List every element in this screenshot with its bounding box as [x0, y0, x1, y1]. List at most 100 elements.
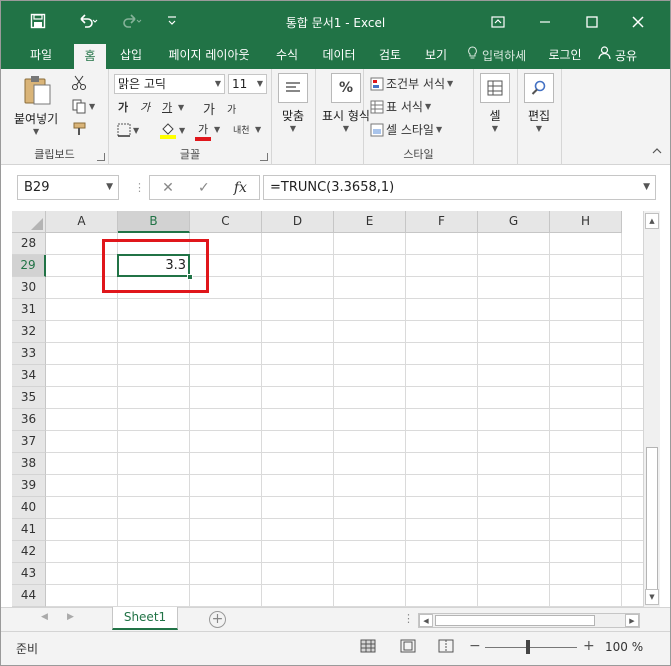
column-header-d[interactable]: D: [262, 211, 334, 233]
column-header-a[interactable]: A: [46, 211, 118, 233]
bold-button[interactable]: 가: [118, 99, 128, 115]
tab-insert[interactable]: 삽입: [111, 43, 151, 69]
column-header-g[interactable]: G: [478, 211, 550, 233]
name-box[interactable]: B29 ▼: [17, 175, 119, 200]
row-header-42[interactable]: 42: [12, 541, 46, 563]
close-icon[interactable]: [622, 9, 654, 35]
row-header-33[interactable]: 33: [12, 343, 46, 365]
zoom-in-icon[interactable]: +: [583, 638, 595, 654]
paste-button[interactable]: 붙여넣기 ▼: [14, 73, 58, 136]
cancel-icon[interactable]: ✕: [162, 180, 174, 196]
enter-icon[interactable]: ✓: [198, 180, 210, 196]
column-header-e[interactable]: E: [334, 211, 406, 233]
row-header-31[interactable]: 31: [12, 299, 46, 321]
editing-button[interactable]: 편집 ▼: [524, 73, 554, 133]
insert-function-icon[interactable]: fx: [234, 180, 247, 196]
select-all-corner[interactable]: [12, 211, 46, 233]
column-header-b[interactable]: B: [118, 211, 190, 233]
vertical-scrollbar[interactable]: ▲ ▼: [643, 211, 660, 607]
zoom-out-icon[interactable]: −: [469, 638, 481, 654]
collapse-ribbon-icon[interactable]: [652, 144, 662, 158]
chevron-down-icon[interactable]: ▼: [106, 176, 113, 199]
cells-button[interactable]: 셀 ▼: [480, 73, 510, 133]
tab-split-grip-icon[interactable]: ⋮: [403, 612, 414, 625]
customize-qat-icon[interactable]: [161, 9, 183, 33]
row-header-39[interactable]: 39: [12, 475, 46, 497]
column-header-h[interactable]: H: [550, 211, 622, 233]
horizontal-scrollbar[interactable]: ◀ ▶: [418, 613, 640, 628]
tab-home[interactable]: 홈: [74, 43, 106, 70]
phonetic-button[interactable]: 내천: [233, 123, 250, 136]
paste-dropdown-icon[interactable]: ▼: [33, 127, 39, 136]
row-header-29[interactable]: 29: [12, 255, 46, 277]
grow-font-button[interactable]: 가: [203, 99, 215, 118]
zoom-slider[interactable]: [485, 647, 577, 648]
new-sheet-button[interactable]: +: [209, 611, 226, 628]
font-color-dropdown-icon[interactable]: ▼: [214, 125, 220, 134]
phonetic-dropdown-icon[interactable]: ▼: [255, 125, 261, 134]
conditional-formatting-button[interactable]: 조건부 서식 ▼: [370, 75, 453, 92]
cut-icon[interactable]: [71, 75, 87, 91]
formula-input[interactable]: =TRUNC(3.3658,1) ▼: [263, 175, 656, 200]
tab-data[interactable]: 데이터: [313, 43, 365, 69]
undo-icon[interactable]: [71, 9, 105, 33]
tab-view[interactable]: 보기: [416, 43, 456, 69]
font-name-combo[interactable]: 맑은 고딕 ▼: [114, 74, 225, 94]
underline-button[interactable]: 가: [162, 99, 172, 115]
tab-formulas[interactable]: 수식: [267, 43, 307, 69]
sheet-next-icon[interactable]: ▶: [67, 612, 74, 622]
tab-file[interactable]: 파일: [18, 43, 64, 69]
row-header-40[interactable]: 40: [12, 497, 46, 519]
font-color-button[interactable]: 가: [195, 121, 211, 141]
redo-icon[interactable]: [115, 9, 149, 33]
number-format-button[interactable]: % 표시 형식 ▼: [322, 73, 370, 133]
format-as-table-button[interactable]: 표 서식 ▼: [370, 98, 431, 115]
sheet-prev-icon[interactable]: ◀: [41, 612, 48, 622]
shrink-font-button[interactable]: 가: [227, 101, 236, 116]
vertical-scroll-thumb[interactable]: [646, 447, 658, 599]
zoom-level[interactable]: 100 %: [605, 640, 643, 654]
row-header-38[interactable]: 38: [12, 453, 46, 475]
row-header-36[interactable]: 36: [12, 409, 46, 431]
underline-dropdown-icon[interactable]: ▼: [178, 103, 184, 112]
format-painter-icon[interactable]: [71, 121, 87, 137]
maximize-icon[interactable]: [576, 9, 608, 35]
column-header-f[interactable]: F: [406, 211, 478, 233]
tab-review[interactable]: 검토: [370, 43, 410, 69]
share-button[interactable]: 공유: [598, 43, 637, 69]
borders-icon[interactable]: ▼: [117, 123, 139, 137]
row-header-30[interactable]: 30: [12, 277, 46, 299]
row-header-34[interactable]: 34: [12, 365, 46, 387]
save-icon[interactable]: [25, 9, 51, 33]
row-header-32[interactable]: 32: [12, 321, 46, 343]
scroll-down-icon[interactable]: ▼: [645, 589, 659, 605]
horizontal-scroll-thumb[interactable]: [435, 615, 595, 626]
row-header-37[interactable]: 37: [12, 431, 46, 453]
zoom-slider-thumb[interactable]: [526, 640, 530, 654]
scroll-right-icon[interactable]: ▶: [625, 614, 639, 627]
expand-formula-bar-icon[interactable]: ▼: [643, 176, 650, 199]
row-header-43[interactable]: 43: [12, 563, 46, 585]
ribbon-display-options-icon[interactable]: [482, 9, 514, 35]
login-link[interactable]: 로그인: [541, 43, 589, 69]
page-layout-view-icon[interactable]: [399, 639, 417, 655]
page-break-view-icon[interactable]: [437, 639, 455, 655]
column-header-c[interactable]: C: [190, 211, 262, 233]
cell-styles-button[interactable]: 셀 스타일 ▼: [370, 121, 442, 138]
row-header-28[interactable]: 28: [12, 233, 46, 255]
row-header-44[interactable]: 44: [12, 585, 46, 607]
scroll-left-icon[interactable]: ◀: [419, 614, 433, 627]
row-header-41[interactable]: 41: [12, 519, 46, 541]
fill-color-icon[interactable]: ▼: [159, 121, 185, 139]
scroll-up-icon[interactable]: ▲: [645, 213, 659, 229]
tell-me-box[interactable]: 입력하세: [467, 43, 526, 69]
worksheet-grid[interactable]: A B C D E F G H 28 29 30 31 32 33 34 35 36 37 38 39 40 41 42 43…: [12, 211, 643, 607]
tab-page-layout[interactable]: 페이지 레이아웃: [159, 43, 259, 69]
normal-view-icon[interactable]: [359, 639, 377, 655]
copy-icon[interactable]: ▼: [71, 98, 95, 114]
alignment-button[interactable]: 맞춤 ▼: [278, 73, 308, 133]
font-size-combo[interactable]: 11 ▼: [228, 74, 267, 94]
clipboard-launcher-icon[interactable]: [97, 153, 105, 161]
minimize-icon[interactable]: [529, 9, 561, 35]
italic-button[interactable]: 가: [140, 99, 150, 115]
